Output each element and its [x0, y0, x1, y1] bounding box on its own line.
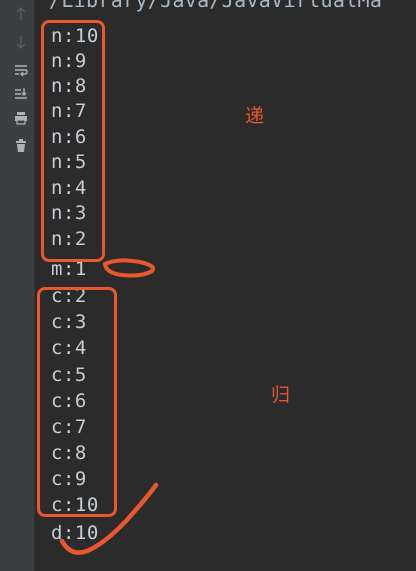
command-path: /Library/Java/JavaVirtualMa	[49, 0, 383, 12]
return-highlight-box	[37, 287, 117, 517]
scroll-to-end-icon[interactable]	[11, 84, 31, 104]
trash-icon[interactable]	[11, 136, 31, 156]
arrow-up-icon[interactable]	[11, 4, 31, 24]
output-line: d:10	[51, 522, 99, 544]
left-gutter	[0, 0, 8, 571]
return-label: 归	[271, 384, 291, 406]
arrow-down-icon[interactable]	[11, 32, 31, 52]
recursion-highlight-box	[41, 20, 105, 262]
print-icon[interactable]	[11, 108, 31, 128]
console-toolbar	[8, 0, 35, 571]
soft-wrap-icon[interactable]	[11, 60, 31, 80]
recursion-label: 递	[245, 105, 265, 127]
